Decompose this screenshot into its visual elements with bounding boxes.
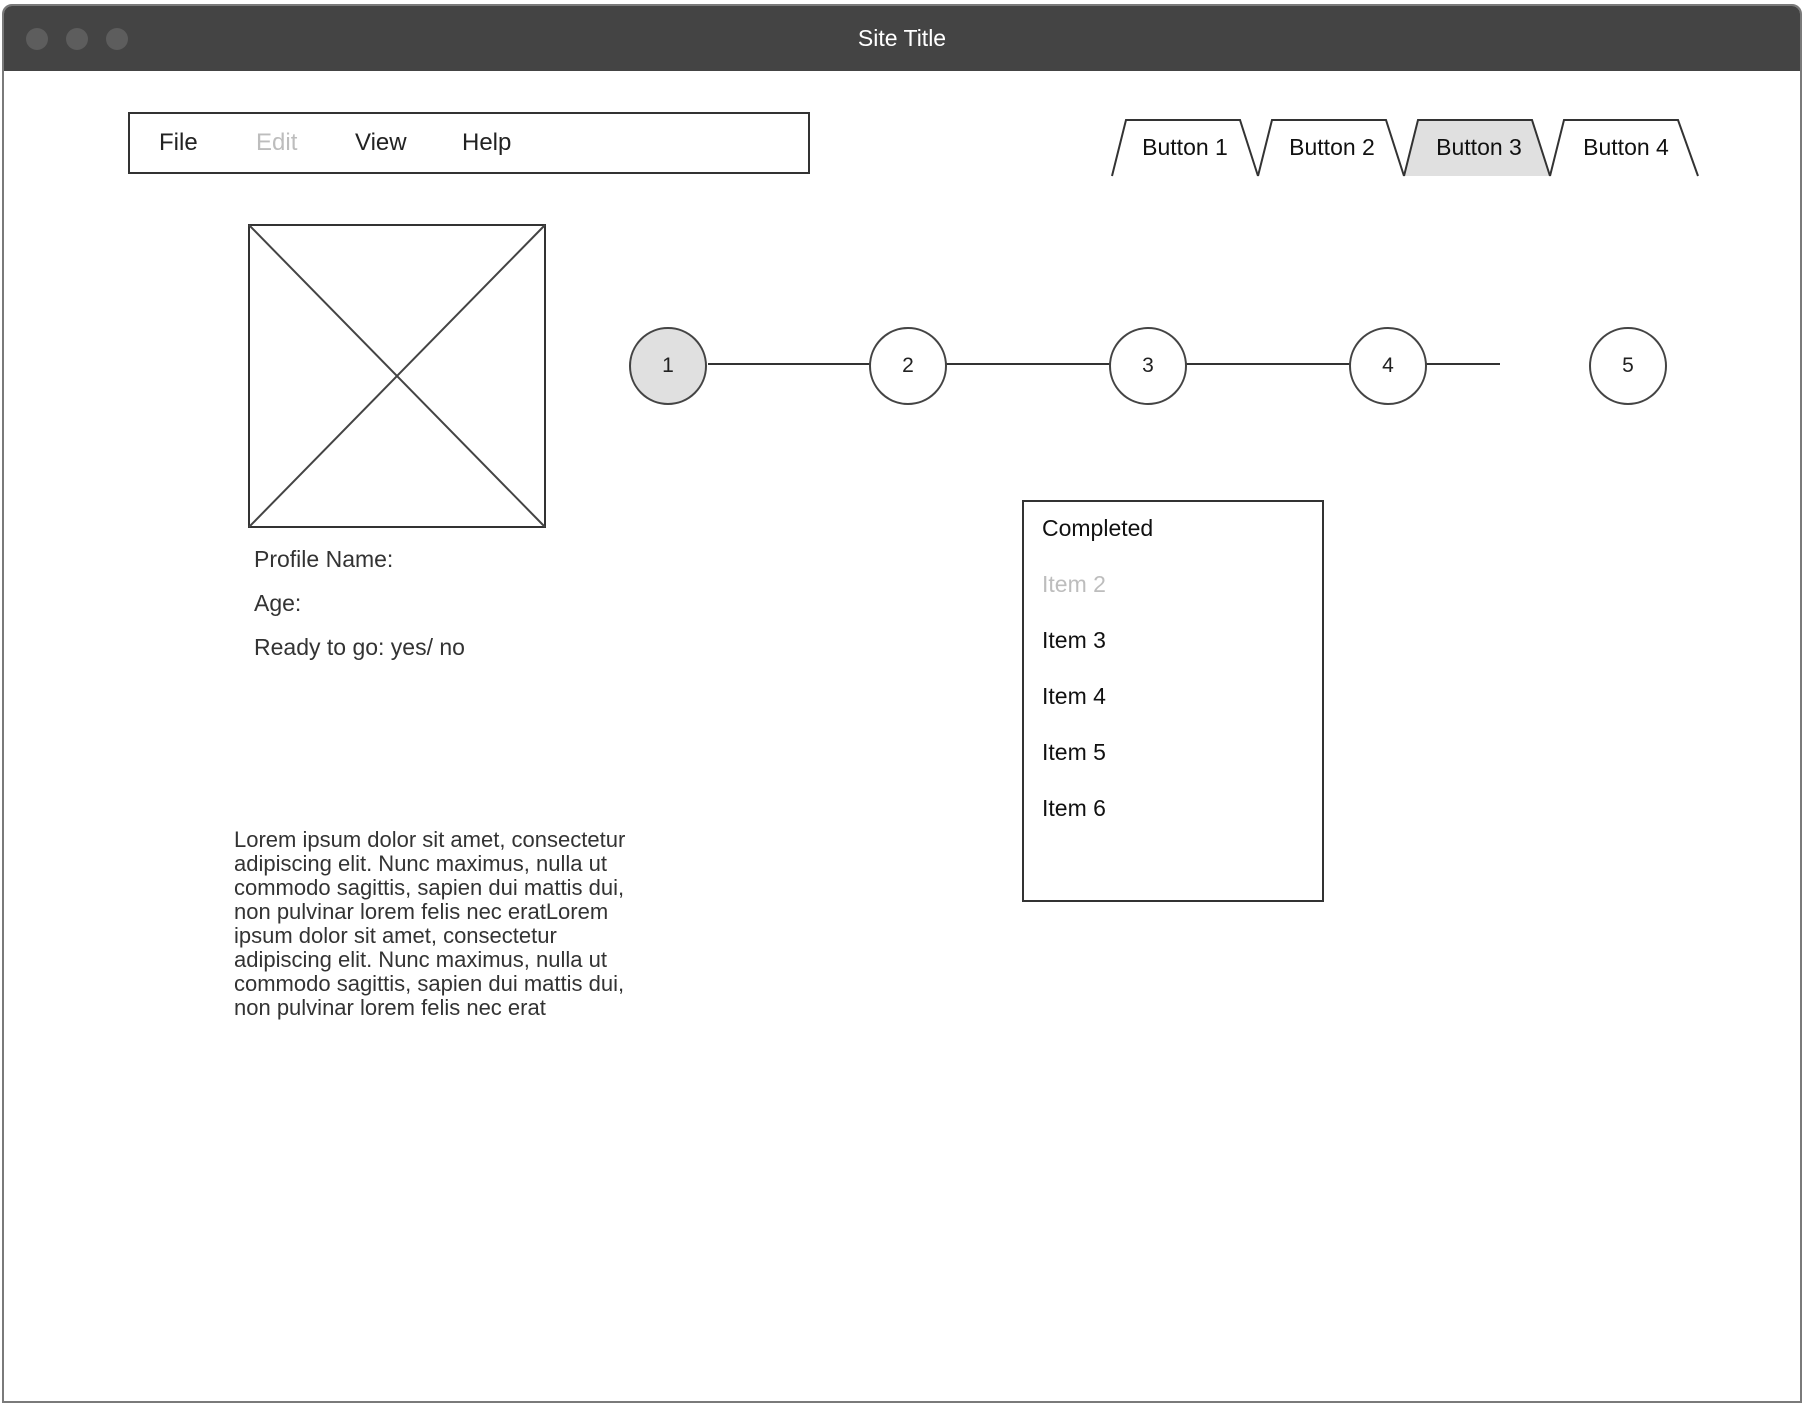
tab-button-1[interactable]: Button 1 [1126, 120, 1244, 174]
profile-image-placeholder [248, 224, 546, 528]
menu-item-help[interactable]: Help [462, 114, 511, 172]
tab-button-4[interactable]: Button 4 [1566, 120, 1686, 174]
item-list: Completed Item 2 Item 3 Item 4 Item 5 It… [1022, 500, 1324, 902]
step-2[interactable]: 2 [888, 346, 928, 386]
menu-item-file[interactable]: File [159, 114, 198, 172]
list-item-6[interactable]: Item 6 [1042, 795, 1106, 822]
menu-bar: File Edit View Help [128, 112, 810, 174]
step-5[interactable]: 5 [1608, 346, 1648, 386]
menu-item-view[interactable]: View [355, 114, 407, 172]
list-item-completed[interactable]: Completed [1042, 515, 1153, 542]
title-bar: Site Title [4, 6, 1800, 71]
list-item-3[interactable]: Item 3 [1042, 627, 1106, 654]
list-item-4[interactable]: Item 4 [1042, 683, 1106, 710]
tab-button-3[interactable]: Button 3 [1420, 120, 1538, 174]
list-item-5[interactable]: Item 5 [1042, 739, 1106, 766]
profile-name-label: Profile Name: [254, 546, 394, 572]
step-1[interactable]: 1 [648, 346, 688, 386]
step-4[interactable]: 4 [1368, 346, 1408, 386]
menu-item-edit[interactable]: Edit [256, 114, 297, 172]
site-title: Site Title [857, 25, 947, 51]
list-item-2[interactable]: Item 2 [1042, 571, 1106, 598]
step-3[interactable]: 3 [1128, 346, 1168, 386]
ready-to-go-label: Ready to go: yes/ no [254, 634, 465, 660]
tab-button-2[interactable]: Button 2 [1273, 120, 1391, 174]
app-window: Site Title [2, 4, 1802, 1403]
body-paragraph: Lorem ipsum dolor sit amet, consectetur … [234, 827, 626, 1020]
age-label: Age: [254, 590, 302, 616]
